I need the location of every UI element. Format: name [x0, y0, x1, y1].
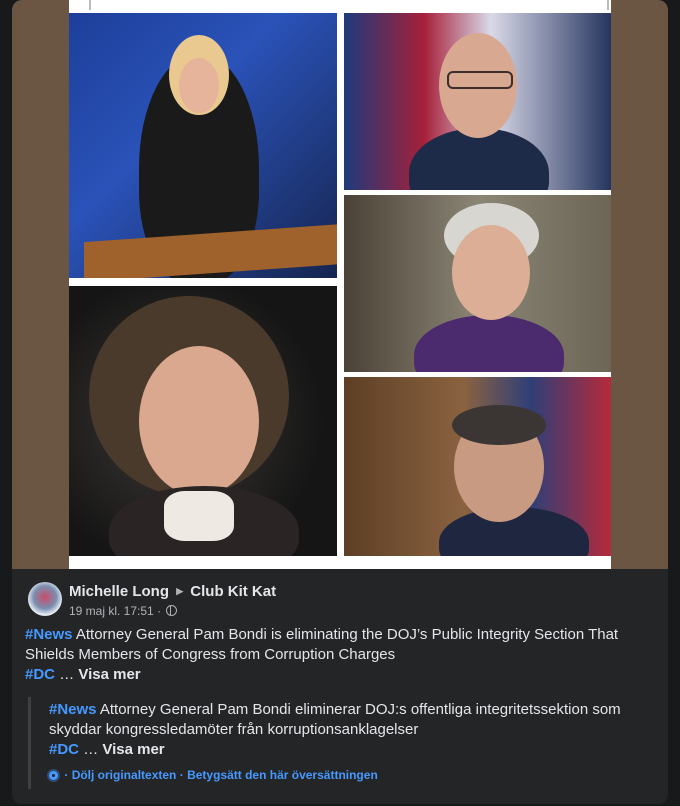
- group-name[interactable]: Club Kit Kat: [190, 583, 276, 600]
- footer-separator-2: ·: [179, 768, 184, 782]
- translated-hashtag-news[interactable]: #News: [49, 701, 97, 718]
- hashtag-news[interactable]: #News: [25, 626, 73, 643]
- gear-icon[interactable]: [49, 771, 58, 780]
- post-meta: 19 maj kl. 17:51 ·: [69, 604, 178, 618]
- rate-translation-link[interactable]: Betygsätt den här översättningen: [187, 768, 378, 782]
- translated-hashtag-dc[interactable]: #DC: [49, 741, 79, 758]
- post-media[interactable]: [12, 0, 668, 569]
- post-body: Attorney General Pam Bondi is eliminatin…: [25, 626, 619, 663]
- post-header: Michelle Long ▶ Club Kit Kat 19 maj kl. …: [28, 582, 648, 622]
- post-card: Michelle Long ▶ Club Kit Kat 19 maj kl. …: [12, 0, 668, 804]
- photo-man-speaking: [344, 377, 611, 556]
- photo-man-with-glasses: [344, 13, 611, 190]
- hashtag-dc[interactable]: #DC: [25, 666, 55, 683]
- footer-separator-1: ·: [64, 768, 69, 782]
- globe-icon[interactable]: [166, 605, 178, 616]
- ellipsis: …: [59, 666, 75, 683]
- photo-woman-looking-down: [69, 286, 337, 556]
- hide-original-link[interactable]: Dölj originaltexten: [72, 768, 177, 782]
- meta-separator: ·: [157, 604, 162, 618]
- translated-see-more-link[interactable]: Visa mer: [102, 741, 164, 758]
- author-avatar[interactable]: [28, 582, 62, 616]
- translated-ellipsis: …: [83, 741, 99, 758]
- post-text: #News Attorney General Pam Bondi is elim…: [25, 625, 645, 685]
- collage-frame: [89, 0, 609, 10]
- photo-woman-gray-hair: [344, 195, 611, 372]
- translated-text: #News Attorney General Pam Bondi elimine…: [49, 697, 638, 760]
- photo-woman-at-podium: [69, 13, 337, 278]
- caret-right-icon: ▶: [176, 586, 184, 596]
- photo-collage[interactable]: [69, 0, 611, 569]
- see-more-link[interactable]: Visa mer: [78, 666, 140, 683]
- translation-footer: · Dölj originaltexten · Betygsätt den hä…: [49, 768, 638, 782]
- translation-block: #News Attorney General Pam Bondi elimine…: [28, 697, 638, 789]
- author-line: Michelle Long ▶ Club Kit Kat: [69, 583, 276, 600]
- post-timestamp[interactable]: 19 maj kl. 17:51: [69, 604, 154, 618]
- author-name[interactable]: Michelle Long: [69, 583, 169, 600]
- translated-body: Attorney General Pam Bondi eliminerar DO…: [49, 701, 621, 738]
